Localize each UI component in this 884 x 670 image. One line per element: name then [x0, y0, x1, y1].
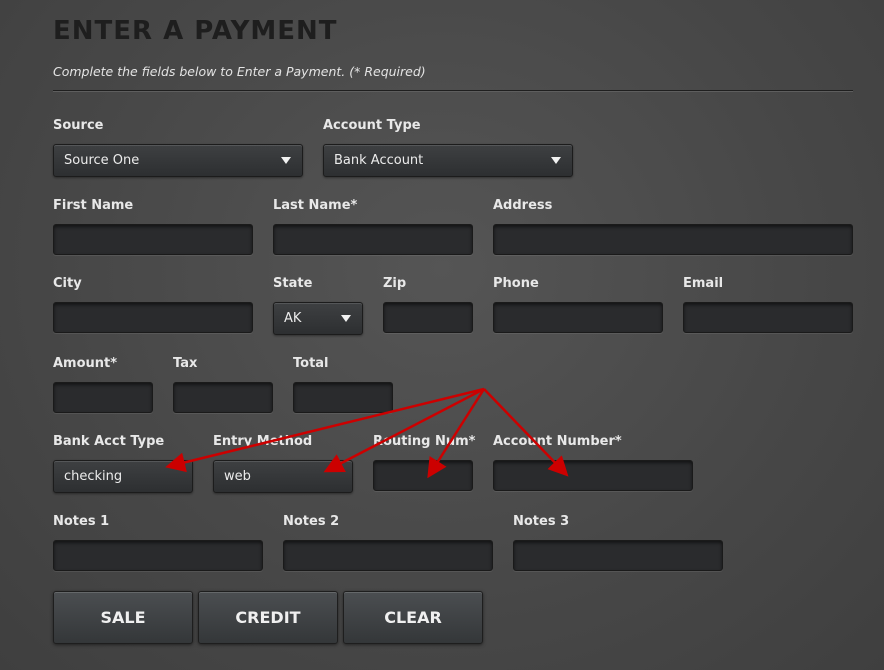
- source-select[interactable]: Source One: [53, 144, 303, 177]
- routing-num-label: Routing Num*: [373, 434, 476, 449]
- account-number-field[interactable]: [493, 460, 693, 491]
- email-field[interactable]: [683, 302, 853, 333]
- sale-button[interactable]: SALE: [53, 591, 193, 644]
- dropdown-caret-icon: [281, 157, 291, 164]
- zip-field[interactable]: [383, 302, 473, 333]
- notes1-label: Notes 1: [53, 514, 110, 529]
- account-type-select[interactable]: Bank Account: [323, 144, 573, 177]
- entry-method-select[interactable]: web: [213, 460, 353, 493]
- notes3-label: Notes 3: [513, 514, 570, 529]
- last-name-field[interactable]: [273, 224, 473, 255]
- total-field[interactable]: [293, 382, 393, 413]
- page-title: ENTER A PAYMENT: [53, 16, 338, 46]
- account-type-label: Account Type: [323, 118, 421, 133]
- tax-field[interactable]: [173, 382, 273, 413]
- bank-acct-type-label: Bank Acct Type: [53, 434, 165, 449]
- credit-button[interactable]: CREDIT: [198, 591, 338, 644]
- city-field[interactable]: [53, 302, 253, 333]
- amount-field[interactable]: [53, 382, 153, 413]
- last-name-label: Last Name*: [273, 198, 358, 213]
- account-number-label: Account Number*: [493, 434, 622, 449]
- state-select[interactable]: AK: [273, 302, 363, 335]
- routing-num-field[interactable]: [373, 460, 473, 491]
- state-label: State: [273, 276, 313, 291]
- zip-label: Zip: [383, 276, 407, 291]
- city-label: City: [53, 276, 82, 291]
- account-type-select-value: Bank Account: [334, 153, 424, 168]
- page-subtitle: Complete the fields below to Enter a Pay…: [53, 64, 426, 79]
- state-select-value: AK: [284, 311, 302, 326]
- source-label: Source: [53, 118, 104, 133]
- address-label: Address: [493, 198, 553, 213]
- bank-acct-type-select[interactable]: checking: [53, 460, 193, 493]
- amount-label: Amount*: [53, 356, 118, 371]
- notes2-label: Notes 2: [283, 514, 340, 529]
- notes3-field[interactable]: [513, 540, 723, 571]
- address-field[interactable]: [493, 224, 853, 255]
- total-label: Total: [293, 356, 329, 371]
- first-name-label: First Name: [53, 198, 134, 213]
- phone-label: Phone: [493, 276, 539, 291]
- source-select-value: Source One: [64, 153, 140, 168]
- entry-method-value: web: [224, 469, 251, 484]
- bank-acct-type-value: checking: [64, 469, 123, 484]
- dropdown-caret-icon: [341, 315, 351, 322]
- entry-method-label: Entry Method: [213, 434, 313, 449]
- clear-button[interactable]: CLEAR: [343, 591, 483, 644]
- first-name-field[interactable]: [53, 224, 253, 255]
- phone-field[interactable]: [493, 302, 663, 333]
- email-label: Email: [683, 276, 724, 291]
- notes1-field[interactable]: [53, 540, 263, 571]
- notes2-field[interactable]: [283, 540, 493, 571]
- header-divider: [53, 90, 853, 92]
- tax-label: Tax: [173, 356, 198, 371]
- dropdown-caret-icon: [551, 157, 561, 164]
